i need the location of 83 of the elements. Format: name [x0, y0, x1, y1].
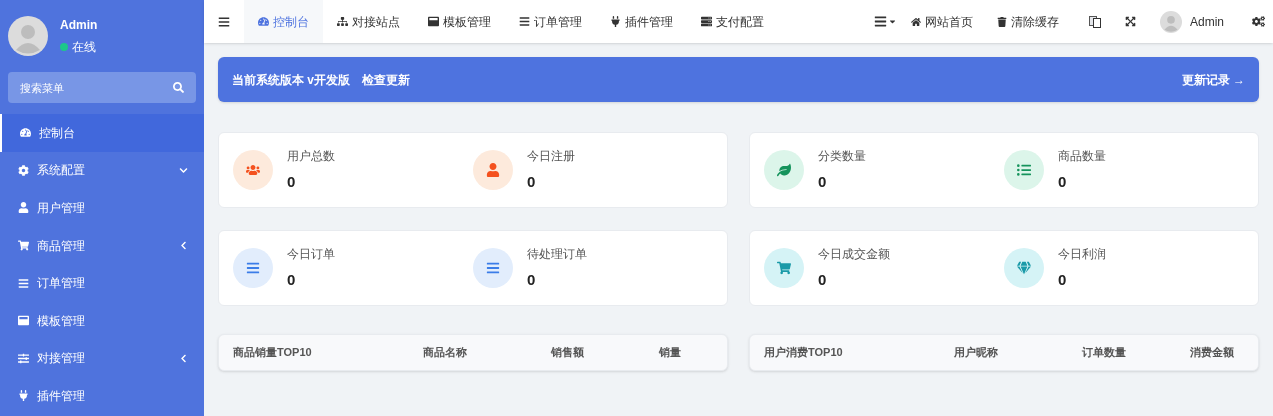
- home-icon: [911, 16, 921, 27]
- chevron-left-icon: [179, 353, 188, 363]
- stat-value: 0: [287, 171, 297, 192]
- avatar-icon: [1160, 10, 1182, 33]
- sidebar-item[interactable]: 对接管理: [0, 339, 204, 378]
- sitemap-icon: [337, 16, 348, 27]
- gem-icon: [1017, 261, 1031, 275]
- leaf-icon: [777, 163, 791, 177]
- search-field[interactable]: 搜索菜单: [8, 72, 196, 103]
- cart-icon: [18, 240, 29, 252]
- stat-label: 今日订单: [287, 245, 335, 263]
- lines-icon: [486, 261, 500, 275]
- header-user-name[interactable]: Admin: [1190, 12, 1224, 31]
- menu-icon[interactable]: [218, 15, 230, 28]
- stat-label: 今日注册: [527, 147, 575, 165]
- stat-value: 0: [527, 269, 537, 290]
- user-name: Admin: [60, 17, 98, 34]
- stat-label: 今日利润: [1058, 245, 1106, 263]
- status-text: 在线: [72, 39, 96, 56]
- sidebar-item[interactable]: 插件管理: [0, 377, 204, 415]
- nav-tab[interactable]: 模板管理: [414, 0, 505, 43]
- stat-value: 0: [1058, 269, 1068, 290]
- version-text: 当前系统版本 v开发版: [232, 71, 350, 89]
- stat-value: 0: [818, 269, 828, 290]
- chevron-down-icon: [179, 165, 188, 175]
- layout-menu-button[interactable]: [874, 15, 897, 28]
- sidebar-item[interactable]: 控制台: [0, 114, 204, 152]
- stat-label: 待处理订单: [527, 245, 587, 263]
- sliders-icon: [18, 352, 29, 364]
- stat-label: 用户总数: [287, 147, 335, 165]
- window-icon: [18, 315, 29, 327]
- check-update-link[interactable]: 检查更新: [362, 70, 410, 89]
- window-icon: [428, 16, 439, 27]
- nav-tab[interactable]: 支付配置: [687, 0, 778, 43]
- plug-icon: [610, 16, 621, 27]
- stat-value: 0: [527, 171, 537, 192]
- column-header: 用户昵称: [954, 345, 999, 361]
- lines-icon: [246, 261, 260, 275]
- list-icon: [18, 277, 29, 289]
- stat-label: 今日成交金额: [818, 245, 890, 263]
- menu-icon: [874, 15, 887, 28]
- column-header: 消费金额: [1190, 345, 1235, 361]
- plug-icon: [18, 390, 29, 402]
- avatar-icon: [8, 16, 48, 56]
- search-icon[interactable]: [173, 82, 184, 93]
- column-header: 商品名称: [423, 345, 468, 361]
- toolbar-link[interactable]: 网站首页: [905, 12, 979, 31]
- list-icon: [1017, 163, 1031, 177]
- stat-value: 0: [287, 269, 297, 290]
- changelog-link[interactable]: 更新记录 →: [1181, 70, 1245, 89]
- column-header: 销售额: [551, 345, 585, 361]
- gauge-icon: [20, 127, 31, 139]
- fullscreen-icon[interactable]: [1125, 16, 1136, 27]
- stat-value: 0: [1058, 171, 1068, 192]
- cart-icon: [777, 261, 791, 275]
- sidebar-item[interactable]: 订单管理: [0, 264, 204, 302]
- users-icon: [246, 163, 260, 177]
- caret-icon: [888, 17, 897, 26]
- toolbar-link[interactable]: 清除缓存: [991, 12, 1065, 31]
- gear-icon: [18, 164, 29, 176]
- chevron-left-icon: [179, 241, 188, 251]
- nav-tab[interactable]: 对接站点: [323, 0, 414, 43]
- column-header: 商品销量TOP10: [233, 345, 313, 361]
- stat-label: 商品数量: [1058, 147, 1106, 165]
- column-header: 销量: [659, 345, 682, 361]
- sidebar-item[interactable]: 系统配置: [0, 151, 204, 190]
- nav-tab[interactable]: 订单管理: [505, 0, 596, 43]
- sidebar-item[interactable]: 模板管理: [0, 301, 204, 340]
- nav-tab[interactable]: 控制台: [244, 0, 323, 43]
- gauge-icon: [258, 16, 269, 27]
- stat-value: 0: [818, 171, 828, 192]
- list-icon: [519, 16, 530, 27]
- nav-tab[interactable]: 插件管理: [596, 0, 687, 43]
- trash-icon: [997, 16, 1007, 27]
- user-icon: [486, 163, 500, 177]
- settings-icon[interactable]: [1252, 15, 1265, 28]
- user-icon: [18, 202, 29, 214]
- column-header: 用户消费TOP10: [764, 345, 844, 361]
- column-header: 订单数量: [1082, 345, 1127, 361]
- sidebar-item[interactable]: 用户管理: [0, 189, 204, 227]
- sidebar-item[interactable]: 商品管理: [0, 226, 204, 265]
- server-icon: [701, 16, 712, 27]
- stat-label: 分类数量: [818, 147, 866, 165]
